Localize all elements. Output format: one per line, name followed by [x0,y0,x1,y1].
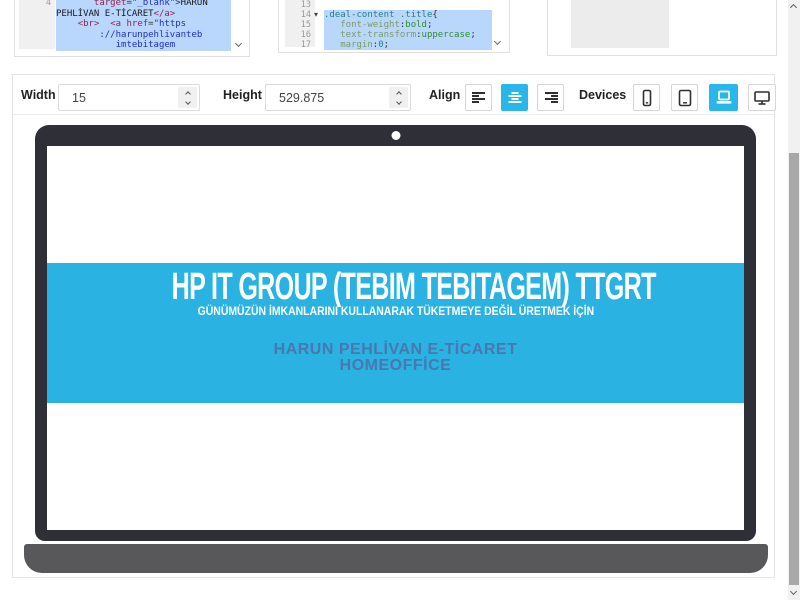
code-line: ://harunpehlivanteb [56,30,231,41]
hero-banner: HP IT GROUP (TEBIM TEBITAGEM) TTGRT GÜNÜ… [47,263,744,403]
line-number: 14 [285,10,315,20]
page-scrollbar[interactable] [788,0,800,600]
code-token: { [432,10,437,20]
line-number-gutter: 13 14 15 16 17 [285,0,315,47]
laptop-icon [714,88,734,108]
laptop-mockup: HP IT GROUP (TEBIM TEBITAGEM) TTGRT GÜNÜ… [35,125,756,541]
code-line: font-weight:bold; [324,20,492,30]
code-area-html[interactable]: target="_blank">HARUN PEHLİVAN E-TİCARET… [56,0,231,51]
code-token: ; [470,30,475,40]
code-token: HARUN [181,0,208,8]
code-token: target [56,0,126,8]
code-area-css[interactable]: .deal-content .title{ font-weight:bold; … [324,0,492,50]
code-token: .deal-content .title [324,10,432,20]
desktop-icon [752,88,772,108]
code-token: bold [405,20,427,30]
responsive-design-tool: 4 target="_blank">HARUN PEHLİVAN E-TİCAR… [0,0,800,600]
line-number-gutter [571,0,669,48]
width-label: Width [21,88,56,102]
device-desktop-button[interactable] [748,84,776,111]
scrollbar-up-arrow-icon[interactable] [791,5,796,10]
code-token: ; [427,20,432,30]
device-laptop-button[interactable] [709,84,738,111]
code-line: target="_blank">HARUN [56,0,231,9]
code-token: <br> [78,19,100,29]
align-right-icon [541,88,561,108]
align-center-button[interactable] [501,84,528,111]
preview-container: Width Height Align Devices [12,74,775,578]
device-tablet-button[interactable] [671,84,698,111]
width-field [58,84,200,111]
code-line: <br> <a href="https [56,19,231,30]
scrollbar-down-arrow-icon[interactable] [791,589,796,594]
page-title: HP IT GROUP (TEBIM TEBITAGEM) TTGRT [47,270,744,304]
code-token [56,19,78,29]
code-token: text-transform [324,30,416,40]
tablet-icon [675,88,695,108]
scrollbar-thumb[interactable] [789,153,799,585]
code-token: </a> [154,9,176,19]
line-number: 15 [285,20,315,30]
code-token: margin [324,40,373,50]
code-line: PEHLİVAN E-TİCARET</a> [56,9,231,20]
code-token: "https [154,19,187,29]
code-panel-empty [547,0,777,56]
line-number: 16 [285,30,315,40]
toolbar: Width Height Align Devices [13,75,774,115]
code-line: .deal-content .title{ [324,10,492,20]
code-line [324,0,492,10]
align-right-button[interactable] [537,84,564,111]
chevron-down-icon[interactable] [495,39,500,44]
page-link-line2[interactable]: HOMEOFFİCE [47,358,744,374]
laptop-base [24,544,768,573]
line-number: 17 [285,40,315,50]
laptop-camera-dot [391,131,400,140]
line-number: 4 [19,0,55,9]
height-field [265,84,411,111]
chevron-down-icon[interactable] [236,41,241,46]
align-center-icon [505,88,525,108]
stepper-arrows[interactable] [178,87,197,108]
code-line: text-transform:uppercase; [324,30,492,40]
code-token: <a [110,19,121,29]
code-token: ; [384,40,389,50]
code-token: uppercase [422,30,471,40]
align-label: Align [429,88,460,102]
code-token: imtebitagem [56,40,175,50]
code-token [99,19,110,29]
code-line: margin:0; [324,40,492,50]
page-link-line1[interactable]: HARUN PEHLİVAN E-TİCARET [47,342,744,358]
device-phone-button[interactable] [633,84,660,111]
line-number-gutter: 4 [19,0,55,49]
code-token: PEHLİVAN E-TİCARET [56,9,154,19]
code-panel-css: 13 14 15 16 17 ▾ .deal-content .title{ f… [278,0,510,53]
height-label: Height [223,88,262,102]
code-line: imtebitagem [56,40,231,51]
code-token: ://harunpehlivanteb [56,30,202,40]
phone-icon [637,88,657,108]
code-token: href [121,19,148,29]
code-token: "_blank" [132,0,175,8]
align-left-icon [469,88,489,108]
page-link-block[interactable]: HARUN PEHLİVAN E-TİCARET HOMEOFFİCE [47,342,744,373]
code-fold-icon[interactable]: ▾ [314,10,318,20]
code-panel-html: 4 target="_blank">HARUN PEHLİVAN E-TİCAR… [14,0,250,57]
code-token: font-weight [324,20,400,30]
align-left-button[interactable] [465,84,492,111]
stepper-arrows[interactable] [389,87,408,108]
devices-label: Devices [579,88,626,102]
laptop-screen: HP IT GROUP (TEBIM TEBITAGEM) TTGRT GÜNÜ… [47,146,744,530]
line-number: 13 [285,0,315,10]
